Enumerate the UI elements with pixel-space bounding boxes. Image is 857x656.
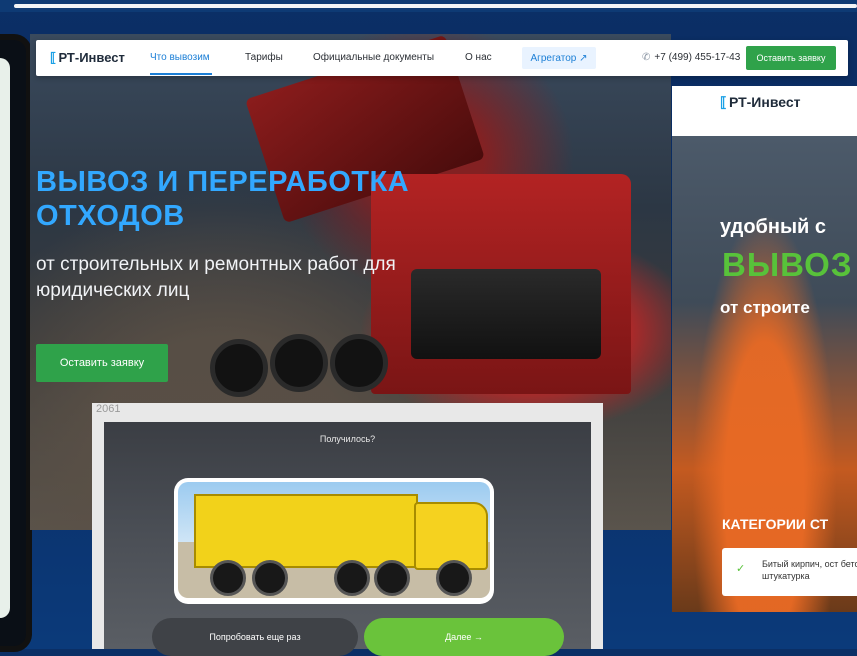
brand-name: РТ-Инвест	[58, 50, 125, 65]
rp-headline-2: ВЫВОЗ	[722, 246, 853, 283]
truck-sticker-card	[174, 478, 494, 604]
hero-subtitle: от строительных и ремонтных работ для юр…	[36, 254, 396, 301]
rp-category-text: Битый кирпич, ост бетона, штукатурка	[762, 559, 857, 581]
result-modal: Получилось? Попробовать еще раз Далее →	[104, 422, 591, 656]
nav-submit-request-button[interactable]: Оставить заявку	[746, 46, 836, 70]
yellow-truck-bed	[194, 494, 418, 568]
phone-number: +7 (499) 455-17-43	[654, 52, 741, 63]
nav-item-what-we-take[interactable]: Что вывозим	[150, 52, 210, 63]
brand-logo[interactable]: ⟦ РТ-Инвест	[50, 50, 125, 66]
rp-brand-logo: ⟦ РТ-Инвест	[720, 94, 801, 111]
truck-wheel	[334, 560, 370, 596]
rp-hero-photo	[672, 136, 857, 612]
truck-wheel	[252, 560, 288, 596]
top-strip	[0, 0, 857, 12]
logo-icon: ⟦	[720, 94, 727, 110]
truck-wheel	[210, 339, 268, 397]
nav-item-documents[interactable]: Официальные документы	[313, 52, 434, 63]
rp-category-card[interactable]: ✓ Битый кирпич, ост бетона, штукатурка	[722, 548, 857, 596]
try-again-button[interactable]: Попробовать еще раз	[152, 618, 358, 656]
check-icon: ✓	[736, 563, 746, 575]
nav-item-about[interactable]: О нас	[465, 52, 492, 63]
truck-wheel	[436, 560, 472, 596]
rp-headline-1: удобный с	[720, 216, 827, 238]
aggregator-button[interactable]: Агрегатор ↗	[522, 47, 596, 69]
result-modal-frame: 2061 Получилось? Попробовать еще раз Дал…	[92, 403, 603, 656]
truck-grill	[411, 269, 601, 359]
hero-submit-request-button[interactable]: Оставить заявку	[36, 344, 168, 382]
logo-icon: ⟦	[50, 50, 57, 65]
truck-wheel	[270, 334, 328, 392]
nav-item-tariffs[interactable]: Тарифы	[245, 52, 283, 63]
hero-title: ВЫВОЗ И ПЕРЕРАБОТКА ОТХОДОВ	[36, 166, 410, 232]
truck-wheel	[210, 560, 246, 596]
phone-mockup	[0, 34, 32, 652]
rp-category-heading: КАТЕГОРИИ СТ	[722, 516, 829, 532]
truck-wheel	[374, 560, 410, 596]
rp-brand-name: РТ-Инвест	[728, 94, 801, 110]
right-preview-panel: ⟦ РТ-Инвест удобный с ВЫВОЗ от строите КА…	[672, 86, 857, 612]
phone-icon: ✆	[642, 52, 651, 63]
truck-wheel	[330, 334, 388, 392]
next-button[interactable]: Далее →	[364, 618, 564, 656]
rp-headline-3: от строите	[720, 298, 810, 317]
phone-link[interactable]: ✆ +7 (499) 455-17-43	[642, 52, 740, 63]
top-strip-bar	[14, 4, 857, 8]
modal-title: Получилось?	[319, 434, 376, 444]
nav-active-underline	[150, 73, 212, 75]
phone-screen	[0, 58, 10, 618]
top-navigation: ⟦ РТ-Инвест Что вывозим Тарифы Официальны…	[36, 40, 848, 76]
modal-id-label: 2061	[96, 403, 121, 415]
